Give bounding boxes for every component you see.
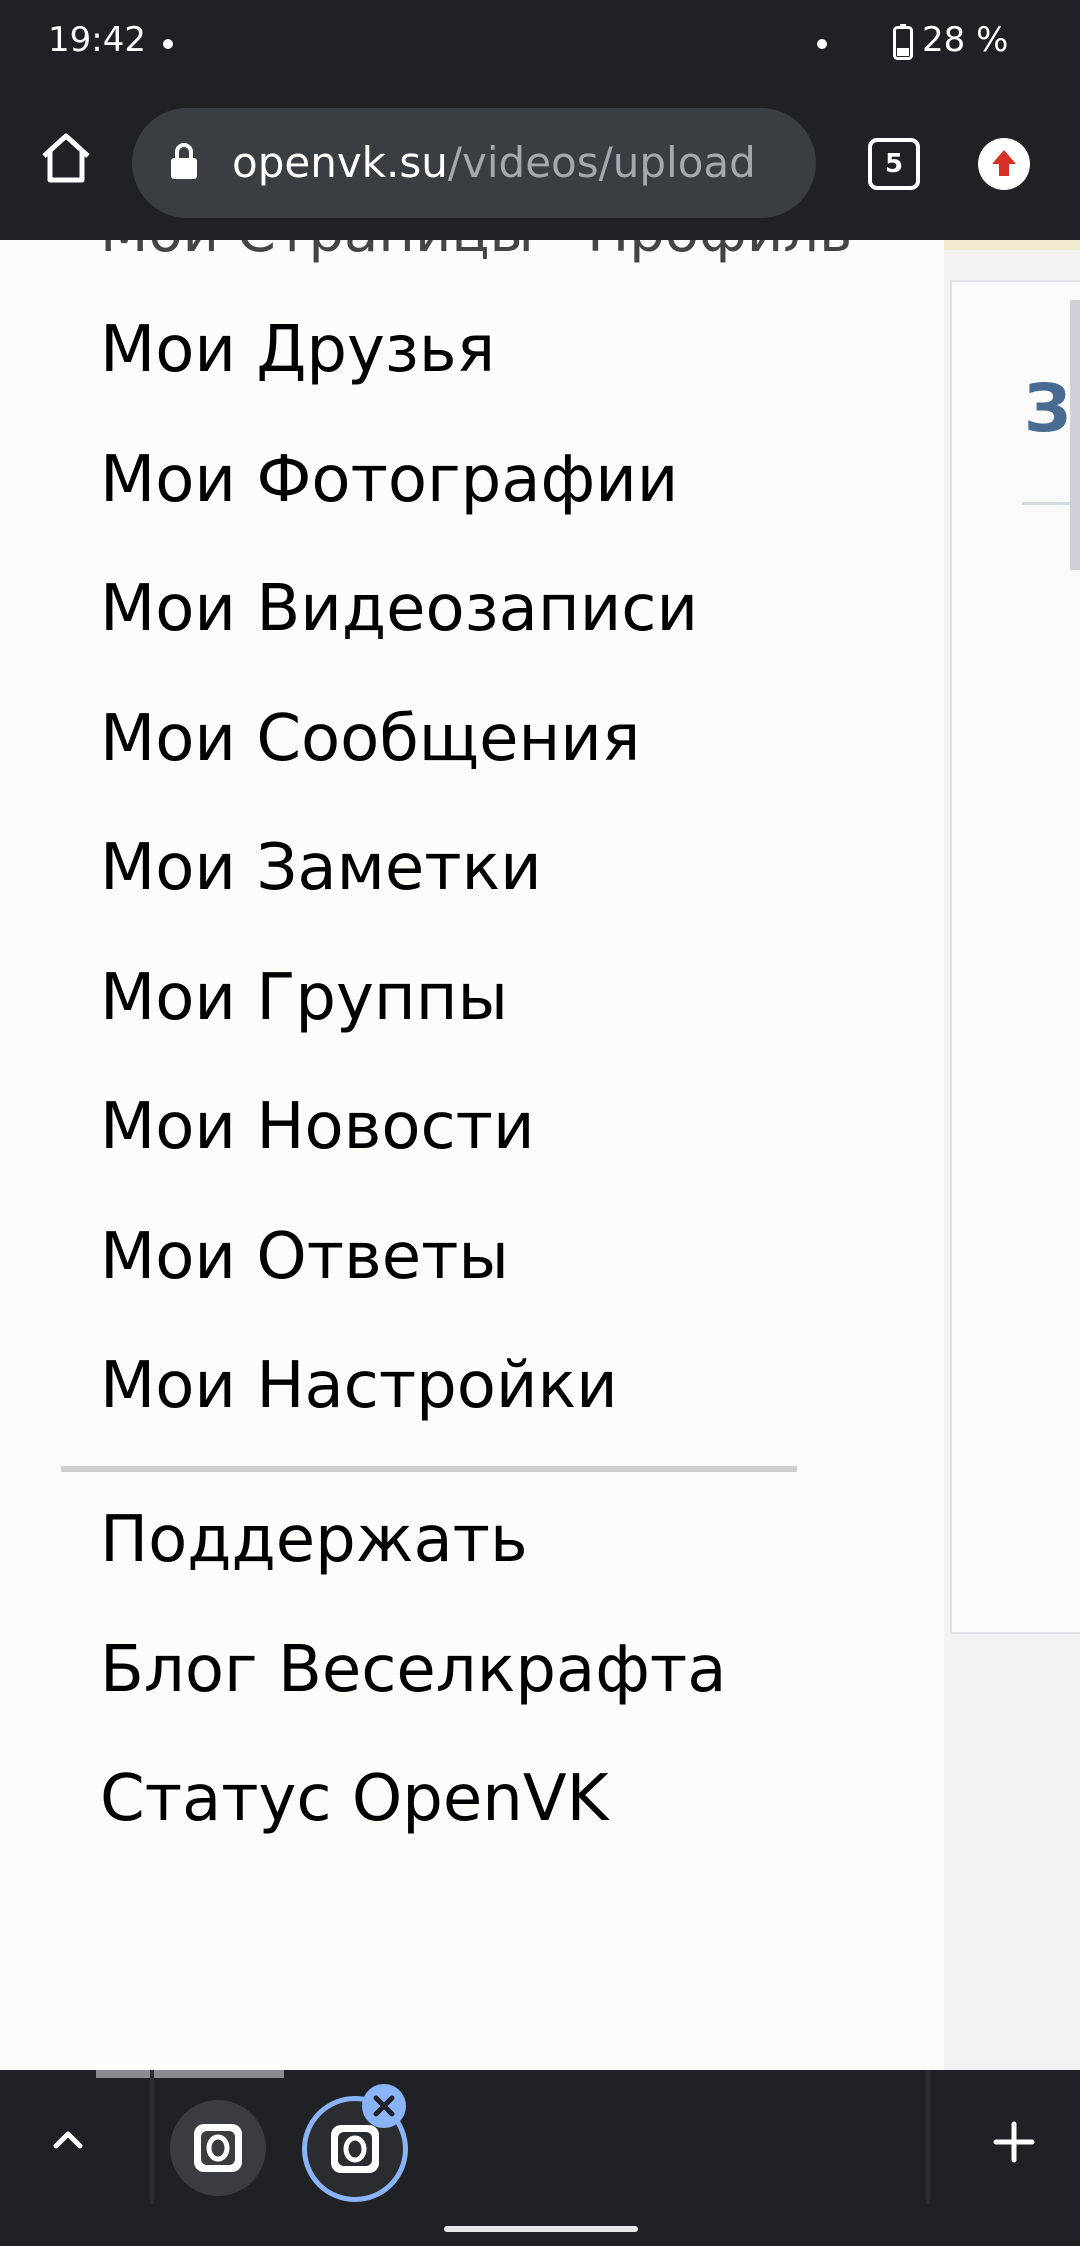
menu-item-friends[interactable]: Мои Друзья <box>100 300 698 430</box>
gesture-handle[interactable] <box>444 2226 638 2232</box>
menu-item-blog[interactable]: Блог Веселкрафта <box>100 1620 726 1750</box>
plus-icon[interactable] <box>984 2112 1044 2172</box>
chevron-up-icon[interactable] <box>40 2112 96 2168</box>
scrollbar[interactable] <box>1070 300 1080 570</box>
panel-top-border <box>944 240 1080 250</box>
upload-arrow-icon <box>992 150 1016 176</box>
browser-toolbar: openvk.su/videos/upload 5 <box>0 88 1080 240</box>
tab-strip-indicator <box>96 2070 284 2078</box>
menu-item-videos[interactable]: Мои Видеозаписи <box>100 559 698 689</box>
lock-icon <box>171 143 197 179</box>
menu-list: Мои Друзья Мои Фотографии Мои Видеозапис… <box>100 300 698 1466</box>
menu-item-status[interactable]: Статус OpenVK <box>100 1749 726 1879</box>
close-icon <box>373 2095 395 2117</box>
menu-item-settings[interactable]: Мои Настройки <box>100 1336 698 1466</box>
url-path: /videos/upload <box>447 138 756 187</box>
upload-button[interactable] <box>978 138 1030 190</box>
menu-item-photos[interactable]: Мои Фотографии <box>100 430 698 560</box>
menu-item-messages[interactable]: Мои Сообщения <box>100 689 698 819</box>
tab-thumbnail[interactable] <box>170 2100 266 2196</box>
menu-item-replies[interactable]: Мои Ответы <box>100 1207 698 1337</box>
tab-switcher-button[interactable]: 5 <box>868 138 920 190</box>
url-host: openvk.su <box>232 138 448 187</box>
upload-card <box>950 280 1080 1634</box>
web-content: Мои Страницы · Профиль Мои Друзья Мои Фо… <box>0 240 1080 2070</box>
side-menu: Мои Страницы · Профиль Мои Друзья Мои Фо… <box>0 240 944 2070</box>
status-bar: 19:42 28 % <box>0 0 1080 88</box>
home-icon[interactable] <box>36 128 96 188</box>
tab-strip-separator <box>926 2070 930 2204</box>
menu-divider <box>61 1466 797 1472</box>
openvk-favicon-icon <box>194 2124 242 2172</box>
menu-item-news[interactable]: Мои Новости <box>100 1077 698 1207</box>
extra-links: Поддержать Блог Веселкрафта Статус OpenV… <box>100 1490 726 1879</box>
tab-strip-separator <box>150 2070 154 2204</box>
battery-level: 28 % <box>922 20 1009 60</box>
status-time: 19:42 <box>48 20 146 60</box>
menu-item-groups[interactable]: Мои Группы <box>100 948 698 1078</box>
menu-item-notes[interactable]: Мои Заметки <box>100 818 698 948</box>
notification-dot <box>163 39 173 49</box>
notification-dot <box>817 39 827 49</box>
menu-item-support[interactable]: Поддержать <box>100 1490 726 1620</box>
tab-strip <box>0 2070 1080 2246</box>
page-main-panel <box>944 240 1080 2070</box>
address-bar[interactable]: openvk.su/videos/upload <box>132 108 816 218</box>
close-tab-button[interactable] <box>362 2084 406 2128</box>
menu-item-partial[interactable]: Мои Страницы · Профиль <box>100 240 852 265</box>
url-text: openvk.su/videos/upload <box>232 138 756 187</box>
battery-icon <box>893 24 913 60</box>
